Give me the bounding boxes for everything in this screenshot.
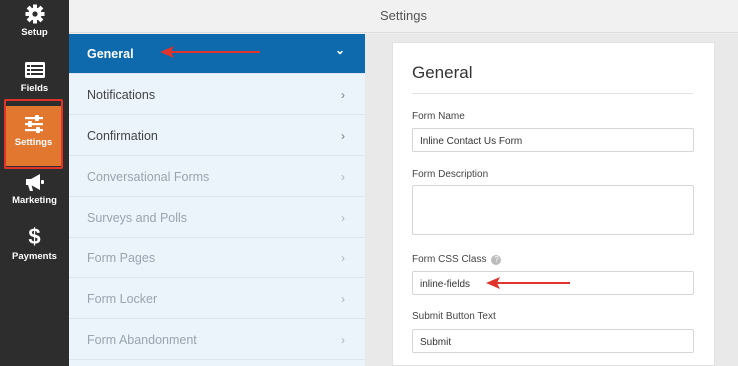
page-title: Settings <box>380 8 427 23</box>
chevron-right-icon: › <box>341 251 345 265</box>
section-form-locker[interactable]: Form Locker › <box>69 279 365 319</box>
section-label: Form Pages <box>87 251 156 265</box>
chevron-right-icon: › <box>341 88 345 102</box>
settings-highlight-box <box>4 99 63 169</box>
section-label: Notifications <box>87 88 156 102</box>
annotation-arrow-css-class <box>486 277 570 289</box>
section-confirmation[interactable]: Confirmation › <box>69 116 365 156</box>
section-label: Form Abandonment <box>87 333 197 347</box>
section-conversational-forms[interactable]: Conversational Forms › <box>69 157 365 197</box>
section-label: Conversational Forms <box>87 170 210 184</box>
gear-icon <box>25 4 44 24</box>
general-settings-card: General Form Name Inline Contact Us Form… <box>392 42 715 366</box>
sidebar-item-setup[interactable]: Setup <box>0 4 69 56</box>
section-form-abandonment[interactable]: Form Abandonment › <box>69 320 365 360</box>
form-name-input[interactable]: Inline Contact Us Form <box>412 128 694 152</box>
top-bar: Settings <box>69 0 738 33</box>
dollar-icon: $ <box>28 224 41 249</box>
submit-button-text-label: Submit Button Text <box>412 311 496 322</box>
form-css-class-label: Form CSS Class <box>412 254 487 265</box>
sidebar-item-label: Payments <box>12 251 57 262</box>
chevron-right-icon: › <box>341 292 345 306</box>
form-css-class-label-row: Form CSS Class? <box>412 254 502 265</box>
form-name-label: Form Name <box>412 111 465 122</box>
section-notifications[interactable]: Notifications › <box>69 75 365 115</box>
sidebar-item-label: Marketing <box>12 195 57 206</box>
megaphone-icon <box>25 174 44 191</box>
builder-sidebar: Setup Fields Settings Marketing $ Paymen… <box>0 0 69 366</box>
sidebar-item-label: Fields <box>20 83 49 94</box>
help-icon[interactable]: ? <box>491 255 502 265</box>
chevron-right-icon: › <box>341 211 345 225</box>
section-label: Surveys and Polls <box>87 211 188 225</box>
chevron-right-icon: › <box>341 170 345 184</box>
panel-title: General <box>412 63 473 82</box>
form-description-label: Form Description <box>412 169 489 180</box>
annotation-arrow-general <box>160 46 260 58</box>
divider <box>412 93 693 94</box>
section-form-pages[interactable]: Form Pages › <box>69 238 365 278</box>
fields-list-icon <box>24 62 45 78</box>
section-label: General <box>87 47 134 61</box>
submit-button-text-input[interactable]: Submit <box>412 329 694 353</box>
section-label: Confirmation <box>87 129 158 143</box>
chevron-right-icon: › <box>341 333 345 347</box>
section-surveys-and-polls[interactable]: Surveys and Polls › <box>69 198 365 238</box>
chevron-right-icon: › <box>341 129 345 143</box>
sidebar-item-payments[interactable]: $ Payments <box>0 226 69 278</box>
settings-section-list: General ⌄ Notifications › Confirmation ›… <box>69 34 365 366</box>
chevron-down-icon: ⌄ <box>334 43 345 57</box>
form-description-textarea[interactable] <box>412 185 694 235</box>
section-label: Form Locker <box>87 292 158 306</box>
sidebar-item-label: Setup <box>21 27 48 38</box>
sidebar-item-marketing[interactable]: Marketing <box>0 172 69 224</box>
